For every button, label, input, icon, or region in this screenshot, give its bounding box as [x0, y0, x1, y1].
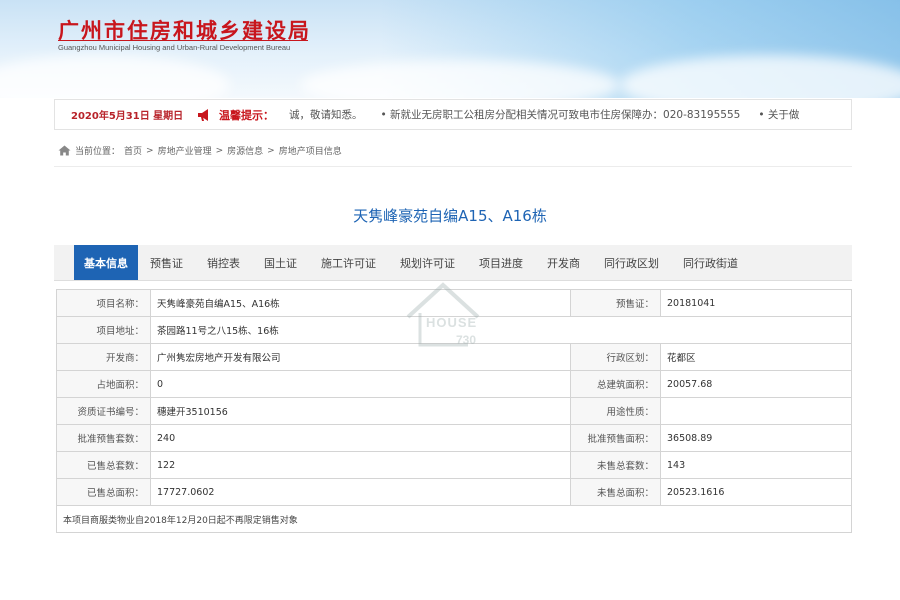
developer-value: 广州隽宏房地产开发有限公司	[150, 343, 571, 371]
field-label: 未售总套数：	[570, 451, 661, 479]
notice-tip-label: 温馨提示：	[219, 108, 274, 122]
field-label: 开发商：	[56, 343, 151, 371]
site-subtitle: Guangzhou Municipal Housing and Urban-Ru…	[58, 43, 291, 52]
approved-units-value: 240	[150, 424, 571, 452]
tab-sales-control[interactable]: 销控表	[195, 245, 252, 280]
table-row: 本项目商服类物业自2018年12月20日起不再限定销售对象	[56, 505, 852, 533]
notice-marquee[interactable]: 诚，敬请知悉。 • 新就业无房职工公租房分配相关情况可致电市住房保障办：020-…	[289, 107, 851, 122]
build-area-value: 20057.68	[660, 370, 852, 398]
land-area-value: 0	[150, 370, 571, 398]
table-row: 已售总面积： 17727.0602 未售总面积： 20523.1616	[56, 478, 852, 506]
header-banner: 广州市住房和城乡建设局 Guangzhou Municipal Housing …	[0, 0, 900, 98]
table-row: 开发商： 广州隽宏房地产开发有限公司 行政区划： 花都区	[56, 343, 852, 371]
tab-land-cert[interactable]: 国土证	[252, 245, 309, 280]
breadcrumb-prefix: 当前位置：	[75, 147, 121, 157]
breadcrumb-item[interactable]: 房源信息	[227, 144, 263, 157]
presale-value: 20181041	[660, 289, 852, 317]
usage-value	[660, 397, 852, 425]
sold-units-value: 122	[150, 451, 571, 479]
megaphone-icon	[197, 108, 213, 122]
current-date: 2020年5月31日 星期日	[71, 111, 184, 122]
field-label: 行政区划：	[570, 343, 661, 371]
field-label: 批准预售面积：	[570, 424, 661, 452]
notice-item[interactable]: • 新就业无房职工公租房分配相关情况可致电市住房保障办：020-83195555	[381, 107, 741, 122]
unsold-units-value: 143	[660, 451, 852, 479]
notice-bar: 2020年5月31日 星期日 温馨提示： 诚，敬请知悉。 • 新就业无房职工公租…	[54, 99, 852, 130]
divider	[54, 166, 852, 167]
field-label: 项目地址：	[56, 316, 151, 344]
field-label: 占地面积：	[56, 370, 151, 398]
notice-item[interactable]: • 关于做	[758, 107, 799, 122]
approved-area-value: 36508.89	[660, 424, 852, 452]
field-label: 未售总面积：	[570, 478, 661, 506]
field-label: 已售总面积：	[56, 478, 151, 506]
breadcrumb: 当前位置： 首页 > 房地产业管理 > 房源信息 > 房地产项目信息	[58, 144, 342, 157]
notice-item[interactable]: 诚，敬请知悉。	[289, 107, 363, 122]
breadcrumb-item[interactable]: 房地产业管理	[158, 144, 212, 157]
table-row: 批准预售套数： 240 批准预售面积： 36508.89	[56, 424, 852, 452]
home-icon	[58, 145, 71, 156]
field-label: 已售总套数：	[56, 451, 151, 479]
field-label: 项目名称：	[56, 289, 151, 317]
project-name-value: 天隽峰豪苑自编A15、A16栋	[150, 289, 571, 317]
field-label: 总建筑面积：	[570, 370, 661, 398]
project-note: 本项目商服类物业自2018年12月20日起不再限定销售对象	[56, 505, 852, 533]
title-underline	[58, 40, 308, 41]
tab-same-street[interactable]: 同行政街道	[671, 245, 750, 280]
breadcrumb-home[interactable]: 首页	[124, 144, 142, 157]
breadcrumb-separator: >	[215, 145, 224, 156]
field-label: 资质证书编号：	[56, 397, 151, 425]
tab-construction-permit[interactable]: 施工许可证	[309, 245, 388, 280]
banner-cloud	[0, 55, 230, 98]
district-value: 花都区	[660, 343, 852, 371]
table-row: 项目名称： 天隽峰豪苑自编A15、A16栋 预售证： 20181041	[56, 289, 852, 317]
project-info-table: 项目名称： 天隽峰豪苑自编A15、A16栋 预售证： 20181041 项目地址…	[56, 289, 852, 533]
tab-presale-cert[interactable]: 预售证	[138, 245, 195, 280]
breadcrumb-separator: >	[146, 145, 154, 156]
table-row: 项目地址： 茶园路11号之八15栋、16栋	[56, 316, 852, 344]
tab-bar: 基本信息 预售证 销控表 国土证 施工许可证 规划许可证 项目进度 开发商 同行…	[54, 245, 852, 281]
breadcrumb-current[interactable]: 房地产项目信息	[279, 144, 342, 157]
field-label: 批准预售套数：	[56, 424, 151, 452]
table-row: 占地面积： 0 总建筑面积： 20057.68	[56, 370, 852, 398]
tab-developer[interactable]: 开发商	[535, 245, 592, 280]
field-label: 用途性质：	[570, 397, 661, 425]
tab-basic-info[interactable]: 基本信息	[74, 245, 138, 280]
table-row: 资质证书编号： 穗建开3510156 用途性质：	[56, 397, 852, 425]
sold-area-value: 17727.0602	[150, 478, 571, 506]
unsold-area-value: 20523.1616	[660, 478, 852, 506]
address-value: 茶园路11号之八15栋、16栋	[150, 316, 852, 344]
breadcrumb-separator: >	[267, 145, 275, 156]
project-title: 天隽峰豪苑自编A15、A16栋	[353, 207, 547, 225]
tab-project-progress[interactable]: 项目进度	[467, 245, 535, 280]
field-label: 预售证：	[570, 289, 661, 317]
tab-planning-permit[interactable]: 规划许可证	[388, 245, 467, 280]
table-row: 已售总套数： 122 未售总套数： 143	[56, 451, 852, 479]
tab-same-district[interactable]: 同行政区划	[592, 245, 671, 280]
cert-value: 穗建开3510156	[150, 397, 571, 425]
